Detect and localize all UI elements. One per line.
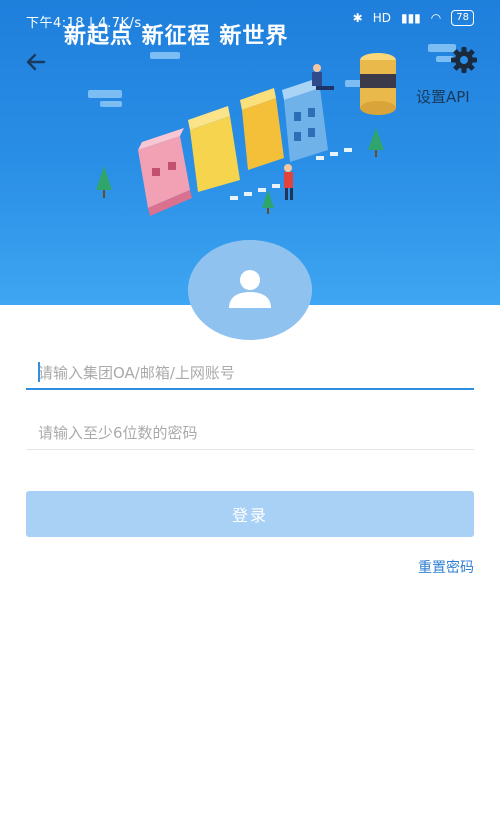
settings-api-link[interactable]: 设置API <box>416 86 470 107</box>
bluetooth-icon: ✱ <box>352 11 363 25</box>
account-field <box>26 330 474 390</box>
password-input[interactable] <box>38 424 458 442</box>
avatar-circle <box>188 240 312 340</box>
back-button[interactable] <box>22 46 54 78</box>
gear-icon <box>451 47 477 73</box>
signal-icon: ▮▮▮ <box>400 11 421 25</box>
text-cursor <box>38 362 40 382</box>
password-field <box>26 390 474 450</box>
settings-button[interactable] <box>448 44 480 76</box>
arrow-left-icon <box>26 53 46 71</box>
status-icons: ✱ HD ▮▮▮ ◠ 78 <box>353 10 474 26</box>
battery-indicator: 78 <box>451 10 474 26</box>
account-input[interactable] <box>38 364 458 382</box>
login-button[interactable]: 登录 <box>26 491 474 537</box>
reset-password-link[interactable]: 重置密码 <box>418 557 474 577</box>
password-underline <box>26 449 474 450</box>
user-icon <box>229 270 271 308</box>
wifi-icon: ◠ <box>430 11 442 25</box>
network-label: HD <box>372 11 391 25</box>
